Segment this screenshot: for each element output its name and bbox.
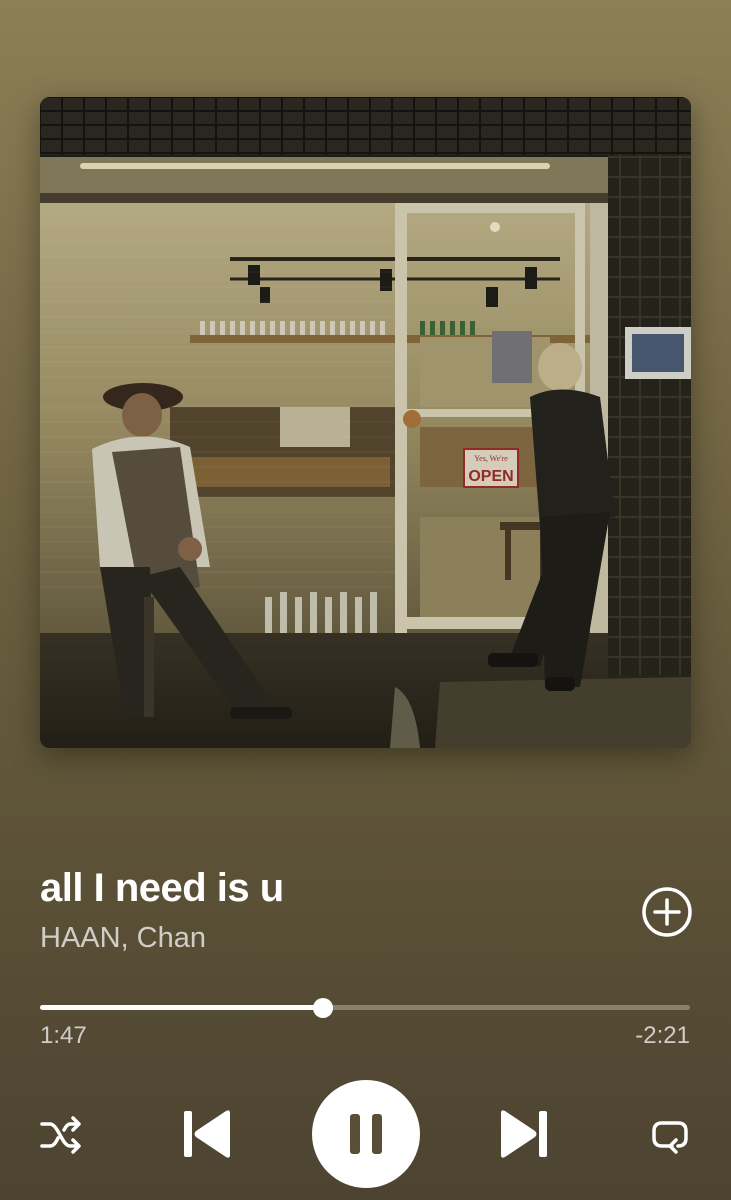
skip-next-icon [501, 1110, 547, 1158]
elapsed-time: 1:47 [40, 1022, 87, 1049]
repeat-button[interactable] [648, 1113, 692, 1157]
progress-thumb[interactable] [312, 997, 333, 1018]
shuffle-icon [40, 1116, 81, 1154]
album-artwork-illustration: OPEN Yes, We're [40, 97, 691, 748]
song-title[interactable]: all I need is u [40, 866, 284, 911]
skip-previous-icon [184, 1110, 230, 1158]
progress-fill [40, 1005, 323, 1010]
pause-icon [350, 1114, 382, 1154]
remaining-time: -2:21 [635, 1022, 690, 1049]
artist-name[interactable]: HAAN, Chan [40, 922, 206, 955]
album-artwork: OPEN Yes, We're [40, 97, 691, 748]
add-circle-icon [642, 887, 692, 937]
shuffle-button[interactable] [38, 1112, 84, 1158]
repeat-icon [652, 1121, 688, 1154]
playback-progress-bar[interactable] [40, 997, 690, 1018]
next-track-button[interactable] [497, 1107, 551, 1161]
add-to-library-button[interactable] [640, 885, 694, 939]
previous-track-button[interactable] [180, 1107, 234, 1161]
play-pause-button[interactable] [312, 1080, 420, 1188]
